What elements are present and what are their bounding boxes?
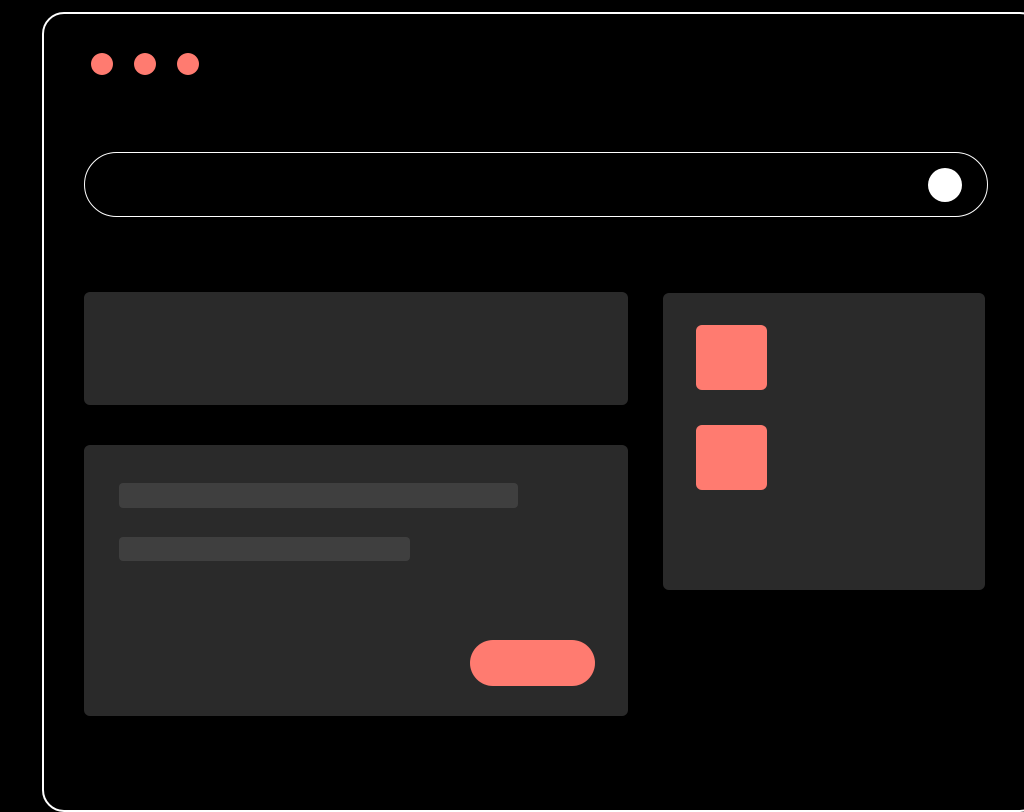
primary-action-button[interactable]	[470, 640, 595, 686]
text-placeholder-line-2	[119, 537, 410, 561]
window-control-close[interactable]	[91, 53, 113, 75]
search-bar[interactable]	[84, 152, 988, 217]
window-control-maximize[interactable]	[177, 53, 199, 75]
banner-panel	[84, 292, 628, 405]
text-placeholder-line-1	[119, 483, 518, 508]
search-button-icon[interactable]	[928, 168, 962, 202]
sidebar-tile-1[interactable]	[696, 325, 767, 390]
sidebar-tile-2[interactable]	[696, 425, 767, 490]
window-control-minimize[interactable]	[134, 53, 156, 75]
